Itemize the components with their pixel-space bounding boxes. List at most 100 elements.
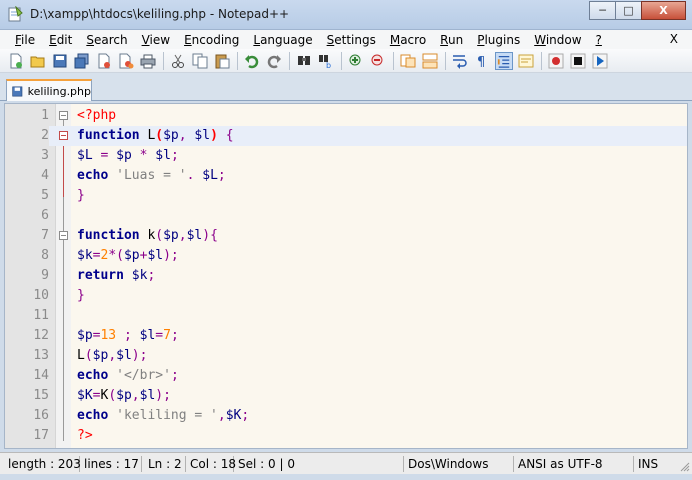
code-text: } [77, 188, 85, 203]
minimize-button[interactable]: ─ [589, 1, 616, 20]
menu-settings[interactable]: Settings [320, 33, 383, 47]
record-macro-icon[interactable] [547, 52, 565, 70]
line-number: 9 [41, 268, 49, 283]
line-number: 15 [33, 388, 49, 403]
code-text: function k($p,$l){ [77, 228, 218, 243]
menu-file[interactable]: File [8, 33, 42, 47]
cut-icon[interactable] [169, 52, 187, 70]
line-number: 11 [33, 308, 49, 323]
menu-help[interactable]: ? [589, 33, 609, 47]
line-number: 4 [41, 168, 49, 183]
menu-search[interactable]: Search [79, 33, 134, 47]
close-all-icon[interactable] [117, 52, 135, 70]
new-file-icon[interactable] [7, 52, 25, 70]
code-text: echo '</br>'; [77, 368, 179, 383]
save-icon[interactable] [51, 52, 69, 70]
open-file-icon[interactable] [29, 52, 47, 70]
code-line: 11 [5, 306, 687, 326]
line-number: 6 [41, 208, 49, 223]
line-number: 13 [33, 348, 49, 363]
document-tab-strip: keliling.php [0, 73, 692, 101]
line-number: 8 [41, 248, 49, 263]
status-eol-format[interactable]: Dos\Windows [404, 456, 514, 472]
menu-macro[interactable]: Macro [383, 33, 433, 47]
code-text: echo 'keliling = ',$K; [77, 408, 250, 423]
code-line: 1 <?php [5, 106, 687, 126]
close-window-button[interactable]: X [641, 1, 686, 20]
code-line: 9 return $k; [5, 266, 687, 286]
word-wrap-icon[interactable] [451, 52, 469, 70]
code-line-current: 2 function L($p, $l) { [5, 126, 687, 146]
code-line: 7 function k($p,$l){ [5, 226, 687, 246]
zoom-out-icon[interactable] [369, 52, 387, 70]
toolbar-separator [541, 51, 542, 70]
code-editor[interactable]: 1 <?php 2 function L($p, $l) { 3 $L = $p… [4, 103, 688, 449]
maximize-button[interactable]: □ [615, 1, 642, 20]
status-line-number: Ln : 2 [144, 456, 186, 472]
user-lang-icon[interactable] [517, 52, 535, 70]
status-insert-mode[interactable]: INS [634, 456, 674, 472]
close-document-button[interactable]: X [670, 32, 678, 46]
toolbar-separator [289, 51, 290, 70]
toolbar-separator [393, 51, 394, 70]
status-column: Col : 18 [186, 456, 236, 472]
stop-macro-icon[interactable] [569, 52, 587, 70]
find-icon[interactable] [295, 52, 313, 70]
line-number: 12 [33, 328, 49, 343]
replace-icon[interactable]: b [317, 52, 335, 70]
code-text: $K=K($p,$l); [77, 388, 171, 403]
show-all-chars-icon[interactable]: ¶ [473, 52, 491, 70]
code-line: 12 $p=13 ; $l=7; [5, 326, 687, 346]
code-line: 17 ?> [5, 426, 687, 446]
fold-toggle[interactable] [59, 131, 68, 140]
menu-window[interactable]: Window [527, 33, 588, 47]
fold-toggle[interactable] [59, 111, 68, 120]
code-line: 14 echo '</br>'; [5, 366, 687, 386]
save-all-icon[interactable] [73, 52, 91, 70]
code-text: L($p,$l); [77, 348, 148, 363]
line-number: 16 [33, 408, 49, 423]
toolbar-separator [445, 51, 446, 70]
code-text: $p=13 ; $l=7; [77, 328, 179, 343]
line-number: 17 [33, 428, 49, 443]
menu-encoding[interactable]: Encoding [177, 33, 246, 47]
save-state-icon [12, 86, 23, 96]
tab-keliling-php[interactable]: keliling.php [6, 79, 92, 101]
paste-icon[interactable] [213, 52, 231, 70]
code-line: 6 [5, 206, 687, 226]
menu-plugins[interactable]: Plugins [470, 33, 527, 47]
line-number: 3 [41, 148, 49, 163]
menu-view[interactable]: View [135, 33, 177, 47]
resize-grip-icon[interactable] [680, 462, 690, 472]
copy-icon[interactable] [191, 52, 209, 70]
print-icon[interactable] [139, 52, 157, 70]
redo-icon[interactable] [265, 52, 283, 70]
code-line: 8 $k=2*($p+$l); [5, 246, 687, 266]
indent-guide-icon[interactable] [495, 51, 513, 70]
status-bar: length : 203 lines : 17 Ln : 2 Col : 18 … [0, 452, 692, 474]
code-line: 4 echo 'Luas = '. $L; [5, 166, 687, 186]
code-line: 13 L($p,$l); [5, 346, 687, 366]
toolbar: b ¶ [0, 49, 692, 73]
sync-v-icon[interactable] [399, 52, 417, 70]
zoom-in-icon[interactable] [347, 52, 365, 70]
line-number: 2 [5, 126, 49, 146]
svg-text:b: b [326, 61, 331, 69]
notepad-app-icon [8, 6, 23, 22]
sync-h-icon[interactable] [421, 52, 439, 70]
status-encoding[interactable]: ANSI as UTF-8 [514, 456, 634, 472]
menu-run[interactable]: Run [433, 33, 470, 47]
close-icon[interactable] [95, 52, 113, 70]
code-text: return $k; [77, 268, 156, 283]
code-text: $L = $p * $l; [77, 148, 179, 163]
line-number: 5 [41, 188, 49, 203]
undo-icon[interactable] [243, 52, 261, 70]
code-text: echo 'Luas = '. $L; [77, 168, 226, 183]
menu-edit[interactable]: Edit [42, 33, 79, 47]
play-macro-icon[interactable] [591, 52, 609, 70]
status-lines: lines : 17 [80, 456, 142, 472]
menu-language[interactable]: Language [246, 33, 319, 47]
fold-toggle[interactable] [59, 231, 68, 240]
svg-text:¶: ¶ [477, 55, 485, 69]
status-length: length : 203 [4, 456, 81, 472]
